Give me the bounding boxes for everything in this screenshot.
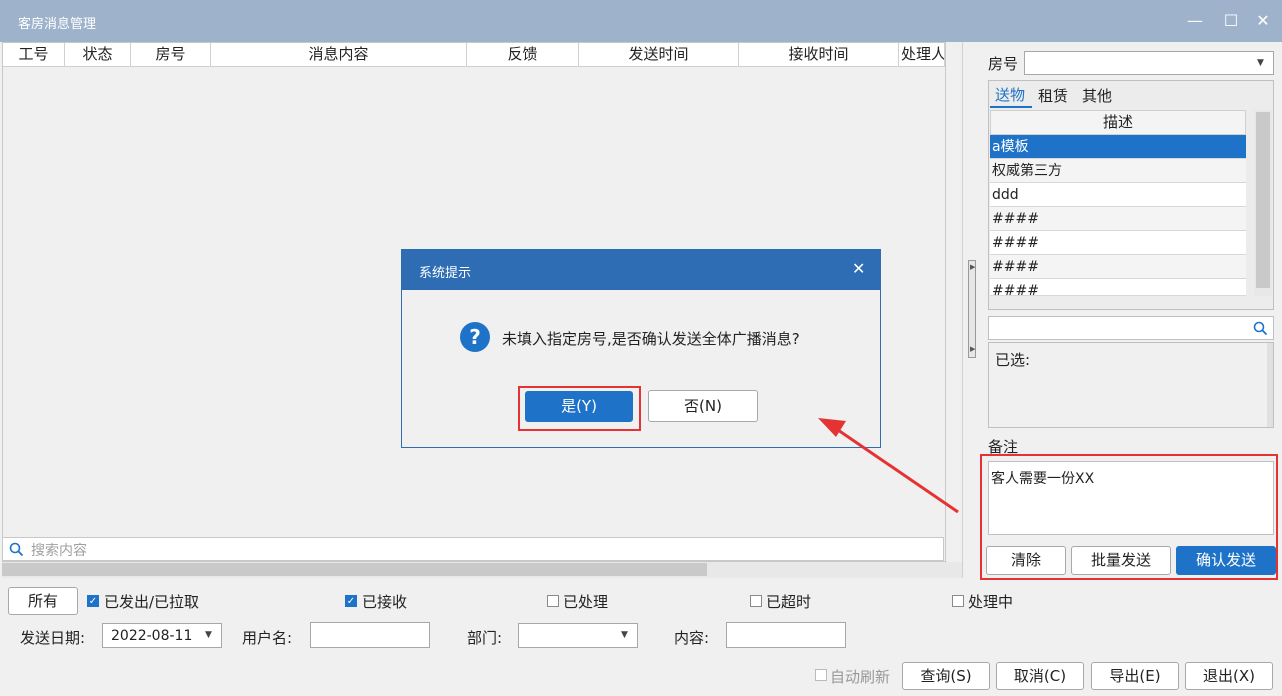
confirm-send-button[interactable]: 确认发送 — [1176, 546, 1276, 575]
checkbox-received-label[interactable]: 已接收 — [362, 591, 407, 612]
clear-button[interactable]: 清除 — [986, 546, 1066, 575]
question-icon: ? — [460, 322, 490, 352]
description-row[interactable]: ddd — [990, 183, 1246, 207]
yes-button[interactable]: 是(Y) — [525, 391, 633, 422]
checkbox-in-progress[interactable] — [952, 595, 964, 607]
remark-text: 客人需要一份XX — [991, 471, 1095, 487]
batch-send-button[interactable]: 批量发送 — [1071, 546, 1171, 575]
chevron-down-icon: ▼ — [1257, 58, 1264, 68]
active-tab-indicator — [990, 106, 1032, 108]
maximize-icon[interactable]: ☐ — [1220, 10, 1242, 32]
description-row[interactable]: #### — [990, 255, 1246, 279]
search-icon — [9, 542, 24, 557]
minimize-icon[interactable]: — — [1184, 10, 1206, 32]
query-button[interactable]: 查询(S) — [902, 662, 990, 690]
checkbox-sent-label[interactable]: 已发出/已拉取 — [104, 591, 199, 612]
splitter-arrow-icon: ▶ — [970, 345, 976, 353]
window-title-bar: 客房消息管理 — ☐ ✕ — [0, 0, 1282, 42]
description-row[interactable]: #### — [990, 207, 1246, 231]
close-icon[interactable]: ✕ — [852, 259, 865, 278]
username-label: 用户名: — [242, 629, 293, 647]
checkbox-processed-label[interactable]: 已处理 — [563, 591, 608, 612]
dialog-title: 系统提示 — [419, 266, 472, 281]
checkbox-processed[interactable] — [547, 595, 559, 607]
chevron-down-icon: ▼ — [621, 630, 628, 640]
selected-scrollbar[interactable] — [1267, 343, 1273, 427]
selected-box: 已选: — [988, 342, 1274, 428]
department-select[interactable]: ▼ — [518, 623, 638, 648]
tab-gift[interactable]: 送物 — [995, 84, 1025, 105]
template-search-input[interactable] — [988, 316, 1274, 340]
column-header-receive-time[interactable]: 接收时间 — [739, 43, 899, 67]
description-scrollbar-thumb[interactable] — [1256, 112, 1270, 288]
checkbox-in-progress-label[interactable]: 处理中 — [968, 591, 1013, 612]
room-select[interactable]: ▼ — [1024, 51, 1274, 75]
username-input[interactable] — [310, 622, 430, 648]
content-input[interactable] — [726, 622, 846, 648]
exit-button[interactable]: 退出(X) — [1185, 662, 1273, 690]
column-header-content[interactable]: 消息内容 — [211, 43, 467, 67]
description-row[interactable]: #### — [990, 231, 1246, 255]
description-row[interactable]: #### — [990, 279, 1246, 296]
auto-refresh-checkbox[interactable] — [815, 669, 827, 681]
export-button[interactable]: 导出(E) — [1091, 662, 1179, 690]
horizontal-scrollbar-thumb[interactable] — [2, 563, 707, 576]
column-header-status[interactable]: 状态 — [65, 43, 131, 67]
checkbox-sent[interactable]: ✓ — [87, 595, 99, 607]
room-label: 房号 — [988, 55, 1019, 73]
tab-other[interactable]: 其他 — [1082, 85, 1112, 106]
chevron-down-icon: ▼ — [205, 630, 212, 640]
description-row[interactable]: 权威第三方 — [990, 159, 1246, 183]
column-header-handler[interactable]: 处理人 — [899, 43, 945, 67]
column-header-send-time[interactable]: 发送时间 — [579, 43, 739, 67]
checkbox-timeout-label[interactable]: 已超时 — [766, 591, 811, 612]
tab-rental[interactable]: 租赁 — [1038, 85, 1068, 106]
department-label: 部门: — [467, 629, 503, 647]
dialog-message: 未填入指定房号,是否确认发送全体广播消息? — [502, 330, 800, 348]
grid-search-box[interactable]: 搜索内容 — [2, 537, 944, 561]
search-placeholder: 搜索内容 — [31, 543, 87, 559]
remark-textarea[interactable]: 客人需要一份XX — [988, 461, 1274, 535]
description-column-header[interactable]: 描述 — [990, 110, 1246, 135]
window-title: 客房消息管理 — [18, 17, 97, 32]
selected-label: 已选: — [995, 351, 1031, 369]
auto-refresh-label[interactable]: 自动刷新 — [830, 666, 890, 687]
no-button[interactable]: 否(N) — [648, 390, 758, 422]
checkbox-timeout[interactable] — [750, 595, 762, 607]
send-date-label: 发送日期: — [20, 629, 86, 647]
splitter-arrow-icon: ▶ — [970, 263, 976, 271]
search-icon — [1253, 321, 1268, 336]
content-label: 内容: — [674, 629, 710, 647]
all-button[interactable]: 所有 — [8, 587, 78, 615]
column-header-room[interactable]: 房号 — [131, 43, 211, 67]
column-header-feedback[interactable]: 反馈 — [467, 43, 579, 67]
cancel-button[interactable]: 取消(C) — [996, 662, 1084, 690]
checkbox-received[interactable]: ✓ — [345, 595, 357, 607]
system-prompt-dialog: 系统提示 ✕ ? 未填入指定房号,是否确认发送全体广播消息? 是(Y) 否(N) — [401, 249, 881, 448]
dialog-header: 系统提示 ✕ — [402, 250, 880, 290]
send-date-value: 2022-08-11 — [111, 628, 193, 644]
splitter-handle[interactable]: ▶ ▶ — [968, 260, 976, 358]
panel-divider — [962, 42, 963, 578]
description-row[interactable]: a模板 — [990, 135, 1246, 159]
column-header-staff-no[interactable]: 工号 — [3, 43, 65, 67]
close-icon[interactable]: ✕ — [1252, 10, 1274, 32]
send-date-picker[interactable]: 2022-08-11 ▼ — [102, 623, 222, 648]
